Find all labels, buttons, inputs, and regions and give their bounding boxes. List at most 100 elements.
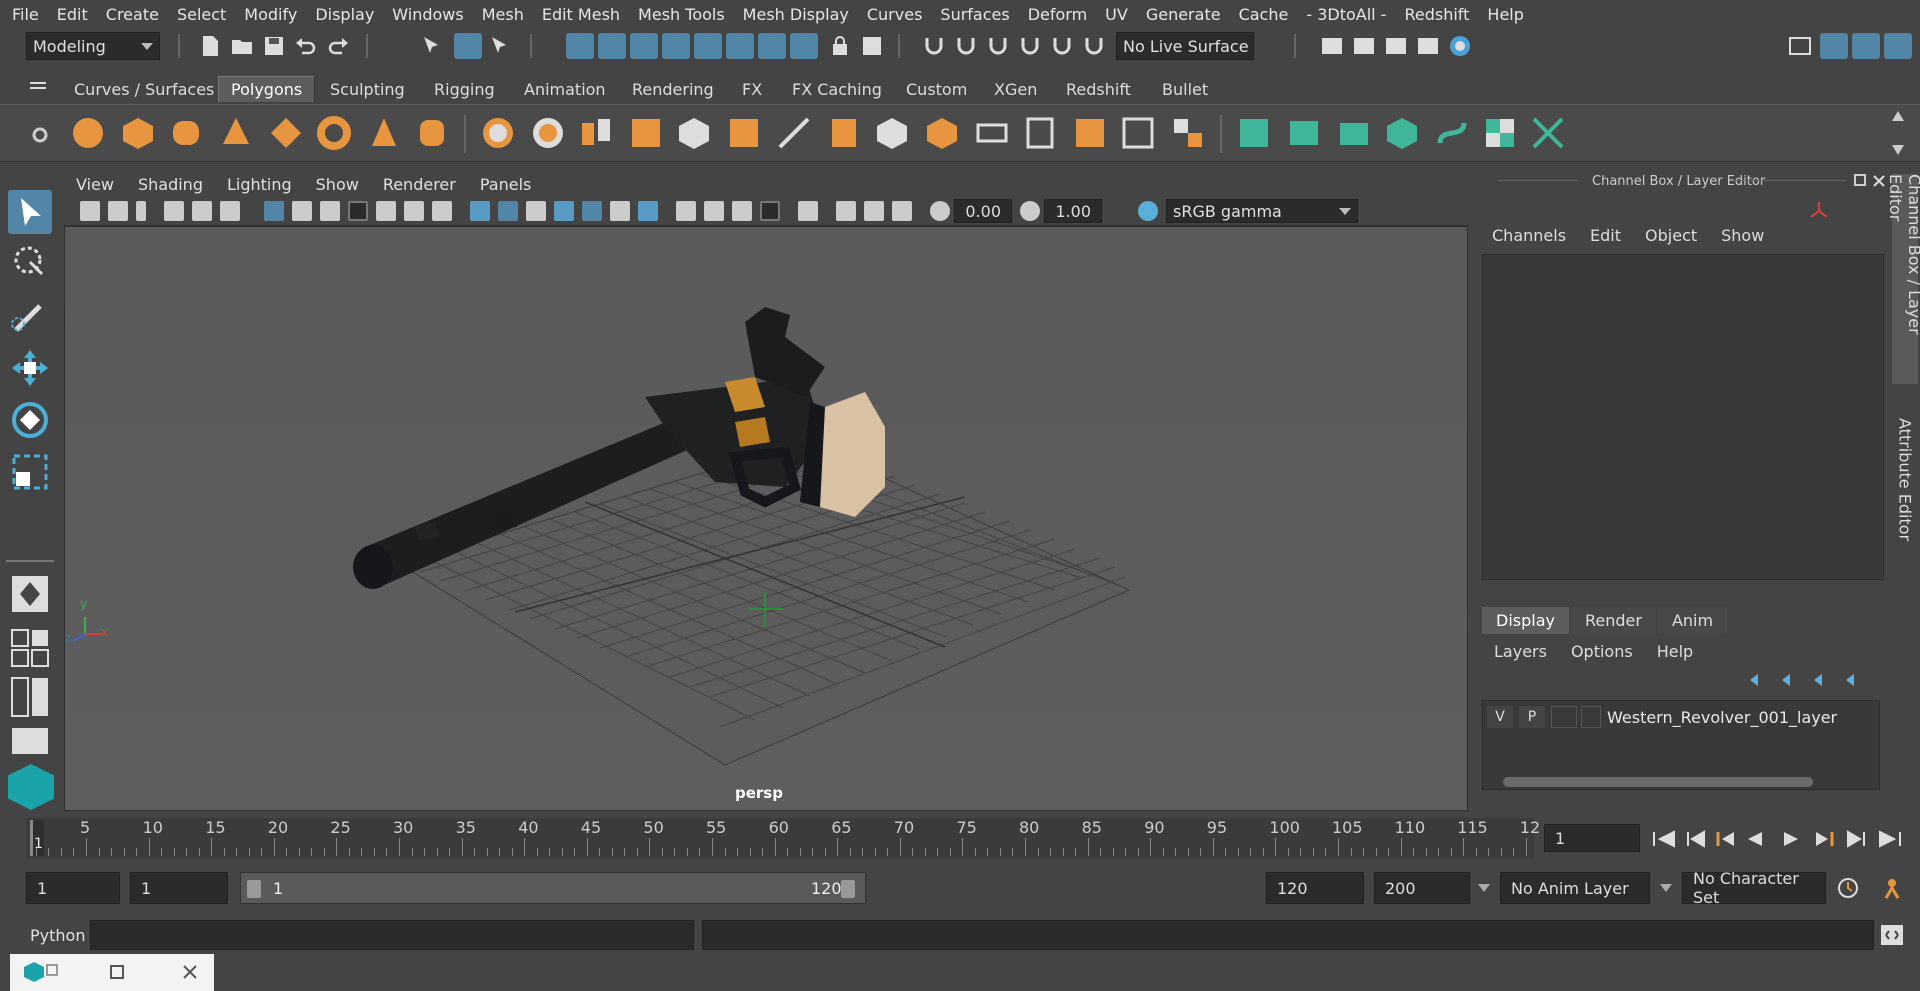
panel-menu-shading[interactable]: Shading (126, 175, 215, 194)
menu-edit-mesh[interactable]: Edit Mesh (536, 5, 632, 24)
select-object-icon[interactable] (454, 33, 482, 59)
anim-layer-field[interactable]: No Anim Layer (1500, 872, 1650, 904)
snap-live-icon[interactable] (694, 33, 722, 59)
command-language-label[interactable]: Python (30, 926, 85, 945)
resolution-gate-icon[interactable] (320, 201, 340, 221)
channels-menu[interactable]: Channels (1478, 226, 1578, 245)
float-panel-icon[interactable] (1854, 174, 1866, 186)
planar-map-icon[interactable] (1286, 115, 1322, 151)
fill-hole-icon[interactable] (726, 115, 762, 151)
film-gate-icon[interactable] (292, 201, 312, 221)
menu-display[interactable]: Display (309, 5, 386, 24)
undo-icon[interactable] (294, 34, 318, 58)
move-tool-icon[interactable] (8, 346, 52, 390)
poly-pipe-icon[interactable] (414, 115, 450, 151)
menu-uv[interactable]: UV (1099, 5, 1140, 24)
attribute-toggle-icon[interactable] (1852, 33, 1880, 59)
two-d-pan-icon[interactable] (192, 201, 212, 221)
auto-key-icon[interactable] (1836, 876, 1860, 900)
separate-icon[interactable] (530, 115, 566, 151)
shelf-menu-icon[interactable] (30, 82, 46, 84)
scale-tool-icon[interactable] (8, 450, 52, 494)
save-scene-icon[interactable] (262, 34, 286, 58)
snap-bounding-icon[interactable] (726, 33, 754, 59)
camera-icon[interactable] (80, 201, 100, 221)
poly-sphere-icon[interactable] (70, 115, 106, 151)
panel-menu-lighting[interactable]: Lighting (215, 175, 304, 194)
new-layer-selected-icon[interactable] (1844, 672, 1864, 688)
maximize-icon[interactable] (110, 965, 124, 979)
menu-cache[interactable]: Cache (1233, 5, 1301, 24)
motion-blur-icon[interactable] (704, 201, 724, 221)
snap-together-icon[interactable] (954, 34, 978, 58)
shelf-scroll-down-icon[interactable] (1892, 145, 1904, 155)
select-tool[interactable] (8, 190, 52, 234)
live-surface-field[interactable]: No Live Surface (1116, 32, 1254, 60)
extrude-icon[interactable] (826, 115, 862, 151)
xray-joints-icon[interactable] (864, 201, 884, 221)
shelf-tab-xgen[interactable]: XGen (982, 76, 1049, 102)
object-menu[interactable]: Object (1633, 226, 1709, 245)
shelf-tab-custom[interactable]: Custom (894, 76, 979, 102)
command-input[interactable] (90, 920, 694, 950)
range-start-handle[interactable] (247, 880, 261, 898)
render-settings-icon[interactable] (1416, 34, 1440, 58)
hypershade-icon[interactable] (1448, 34, 1472, 58)
range-end-handle[interactable] (841, 880, 855, 898)
shelf-tab-fx-caching[interactable]: FX Caching (780, 76, 894, 102)
image-plane-icon[interactable] (164, 201, 184, 221)
layer-visibility-toggle[interactable]: V (1487, 706, 1513, 728)
current-frame-field[interactable]: 1 (1544, 824, 1640, 852)
layers-menu[interactable]: Layers (1478, 642, 1559, 661)
combine-icon[interactable] (480, 115, 516, 151)
default-material-icon[interactable] (526, 201, 546, 221)
gamma-field[interactable]: 1.00 (1044, 199, 1102, 223)
single-perspective-layout-icon[interactable] (8, 572, 52, 616)
bridge-icon[interactable] (924, 115, 960, 151)
snap-pivot-icon[interactable] (758, 33, 786, 59)
gate-mask-icon[interactable] (348, 201, 368, 221)
poly-torus-icon[interactable] (316, 115, 352, 151)
menu-deform[interactable]: Deform (1022, 5, 1099, 24)
smooth-shade-icon[interactable] (498, 201, 518, 221)
panel-menu-view[interactable]: View (64, 175, 126, 194)
panel-menu-panels[interactable]: Panels (468, 175, 544, 194)
target-weld-icon[interactable] (1120, 115, 1156, 151)
snap-curve-mag-icon[interactable] (986, 34, 1010, 58)
poly-prism-icon[interactable] (366, 115, 402, 151)
go-to-end-icon[interactable] (1878, 830, 1902, 848)
shelf-tab-bullet[interactable]: Bullet (1150, 76, 1220, 102)
new-scene-icon[interactable] (198, 34, 222, 58)
isolate-select-icon[interactable] (798, 201, 818, 221)
playback-start-field[interactable]: 1 (130, 872, 228, 904)
range-slider[interactable]: 1 120 (240, 872, 866, 904)
move-layer-down-icon[interactable] (1780, 672, 1800, 688)
uv-editor-icon[interactable] (1236, 115, 1272, 151)
chevron-down-icon[interactable] (1478, 884, 1490, 892)
smooth-icon[interactable] (628, 115, 664, 151)
step-forward-key-icon[interactable] (1814, 830, 1834, 848)
outliner-toggle-icon[interactable] (1820, 33, 1848, 59)
grid-toggle-icon[interactable] (264, 201, 284, 221)
play-forward-icon[interactable] (1782, 830, 1800, 848)
render-view-icon[interactable] (1320, 34, 1344, 58)
shelf-settings-icon[interactable] (32, 127, 48, 143)
menu-surfaces[interactable]: Surfaces (934, 5, 1021, 24)
workspace-dropdown[interactable]: Modeling (26, 32, 160, 60)
depth-of-field-icon[interactable] (760, 201, 780, 221)
paint-select-tool-icon[interactable] (8, 294, 52, 338)
colorspace-dropdown[interactable]: sRGB gamma (1166, 199, 1358, 223)
ipr-render-icon[interactable] (1384, 34, 1408, 58)
help-icon[interactable] (790, 33, 818, 59)
rotate-tool-icon[interactable] (8, 398, 52, 442)
restore-icon[interactable] (46, 964, 58, 976)
shelf-tab-animation[interactable]: Animation (512, 76, 618, 102)
xray-active-icon[interactable] (892, 201, 912, 221)
shelf-tab-rendering[interactable]: Rendering (620, 76, 726, 102)
menu-mesh-display[interactable]: Mesh Display (737, 5, 861, 24)
bookmark-icon[interactable] (136, 201, 146, 221)
menu-modify[interactable]: Modify (238, 5, 309, 24)
select-component-icon[interactable] (488, 34, 512, 58)
channel-box-toggle-icon[interactable] (1884, 33, 1912, 59)
offset-loop-icon[interactable] (1072, 115, 1108, 151)
